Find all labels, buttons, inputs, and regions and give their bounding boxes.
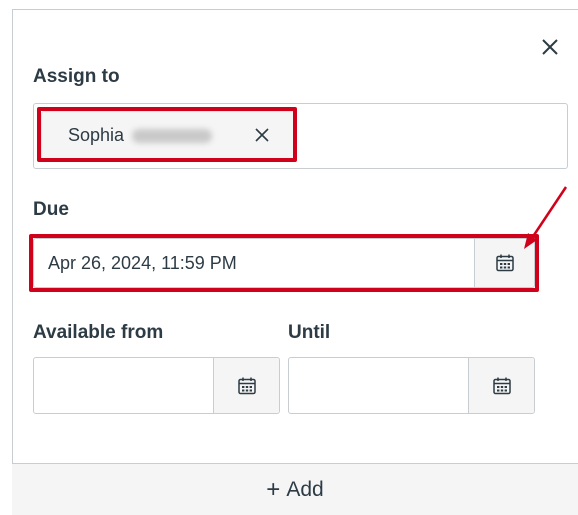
add-assignment-button[interactable]: + Add [12, 463, 578, 515]
calendar-icon [495, 254, 514, 272]
assignee-chip[interactable]: Sophia [41, 111, 296, 160]
calendar-icon [492, 377, 511, 394]
available-from-label: Available from [33, 322, 164, 343]
redacted-surname [132, 128, 213, 143]
available-from-input[interactable] [33, 357, 280, 414]
until-calendar-button[interactable] [468, 358, 534, 413]
due-date-value[interactable]: Apr 26, 2024, 11:59 PM [34, 239, 474, 287]
assign-to-label: Assign to [33, 66, 120, 87]
due-calendar-button[interactable] [474, 239, 534, 287]
available-from-calendar-button[interactable] [213, 358, 279, 413]
calendar-icon [237, 377, 256, 394]
until-label: Until [288, 322, 331, 343]
remove-assignee-button[interactable] [253, 126, 271, 144]
available-from-value[interactable] [34, 358, 213, 413]
plus-icon: + [266, 475, 281, 503]
close-button[interactable] [539, 36, 561, 58]
due-date-input[interactable]: Apr 26, 2024, 11:59 PM [33, 238, 535, 288]
remove-chip-icon [255, 128, 269, 142]
until-input[interactable] [288, 357, 535, 414]
add-label: Add [286, 477, 324, 501]
until-value[interactable] [289, 358, 468, 413]
close-icon [542, 39, 558, 55]
due-label: Due [33, 199, 69, 220]
assignee-name: Sophia [68, 125, 125, 145]
